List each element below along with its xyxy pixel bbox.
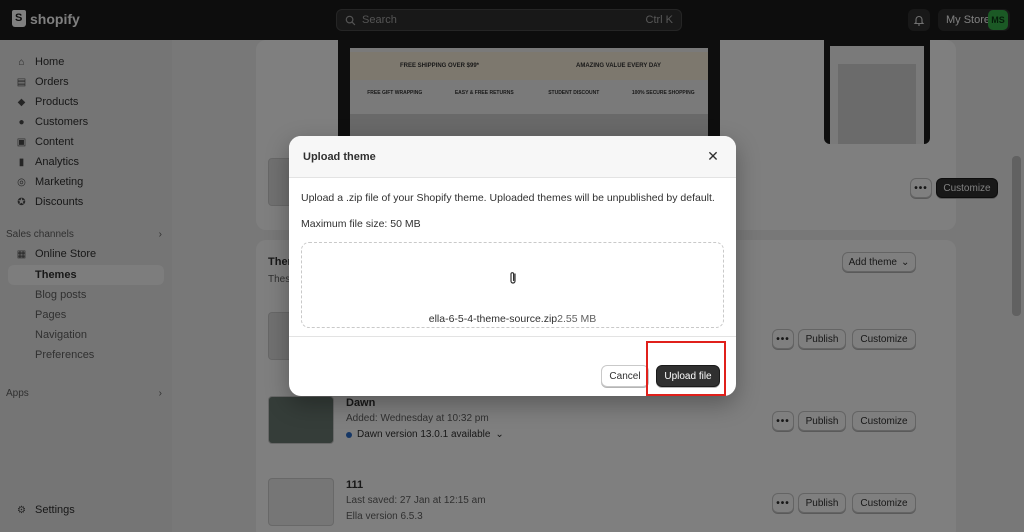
modal-body: Upload a .zip file of your Shopify theme… <box>289 178 736 342</box>
close-icon[interactable]: ✕ <box>704 148 722 165</box>
modal-header: Upload theme ✕ <box>289 136 736 178</box>
upload-button-highlight <box>646 341 726 396</box>
file-size: 2.55 MB <box>557 313 597 325</box>
paperclip-icon <box>510 272 516 284</box>
button-label: Cancel <box>609 370 641 382</box>
max-file-size: Maximum file size: 50 MB <box>301 218 421 230</box>
file-dropzone[interactable]: ella-6-5-4-theme-source.zip2.55 MB <box>301 242 724 328</box>
cancel-button[interactable]: Cancel <box>601 365 649 387</box>
modal-title: Upload theme <box>303 150 376 163</box>
modal-description: Upload a .zip file of your Shopify theme… <box>301 192 715 204</box>
file-name: ella-6-5-4-theme-source.zip <box>428 313 558 325</box>
uploaded-file: ella-6-5-4-theme-source.zip2.55 MB <box>302 313 723 325</box>
